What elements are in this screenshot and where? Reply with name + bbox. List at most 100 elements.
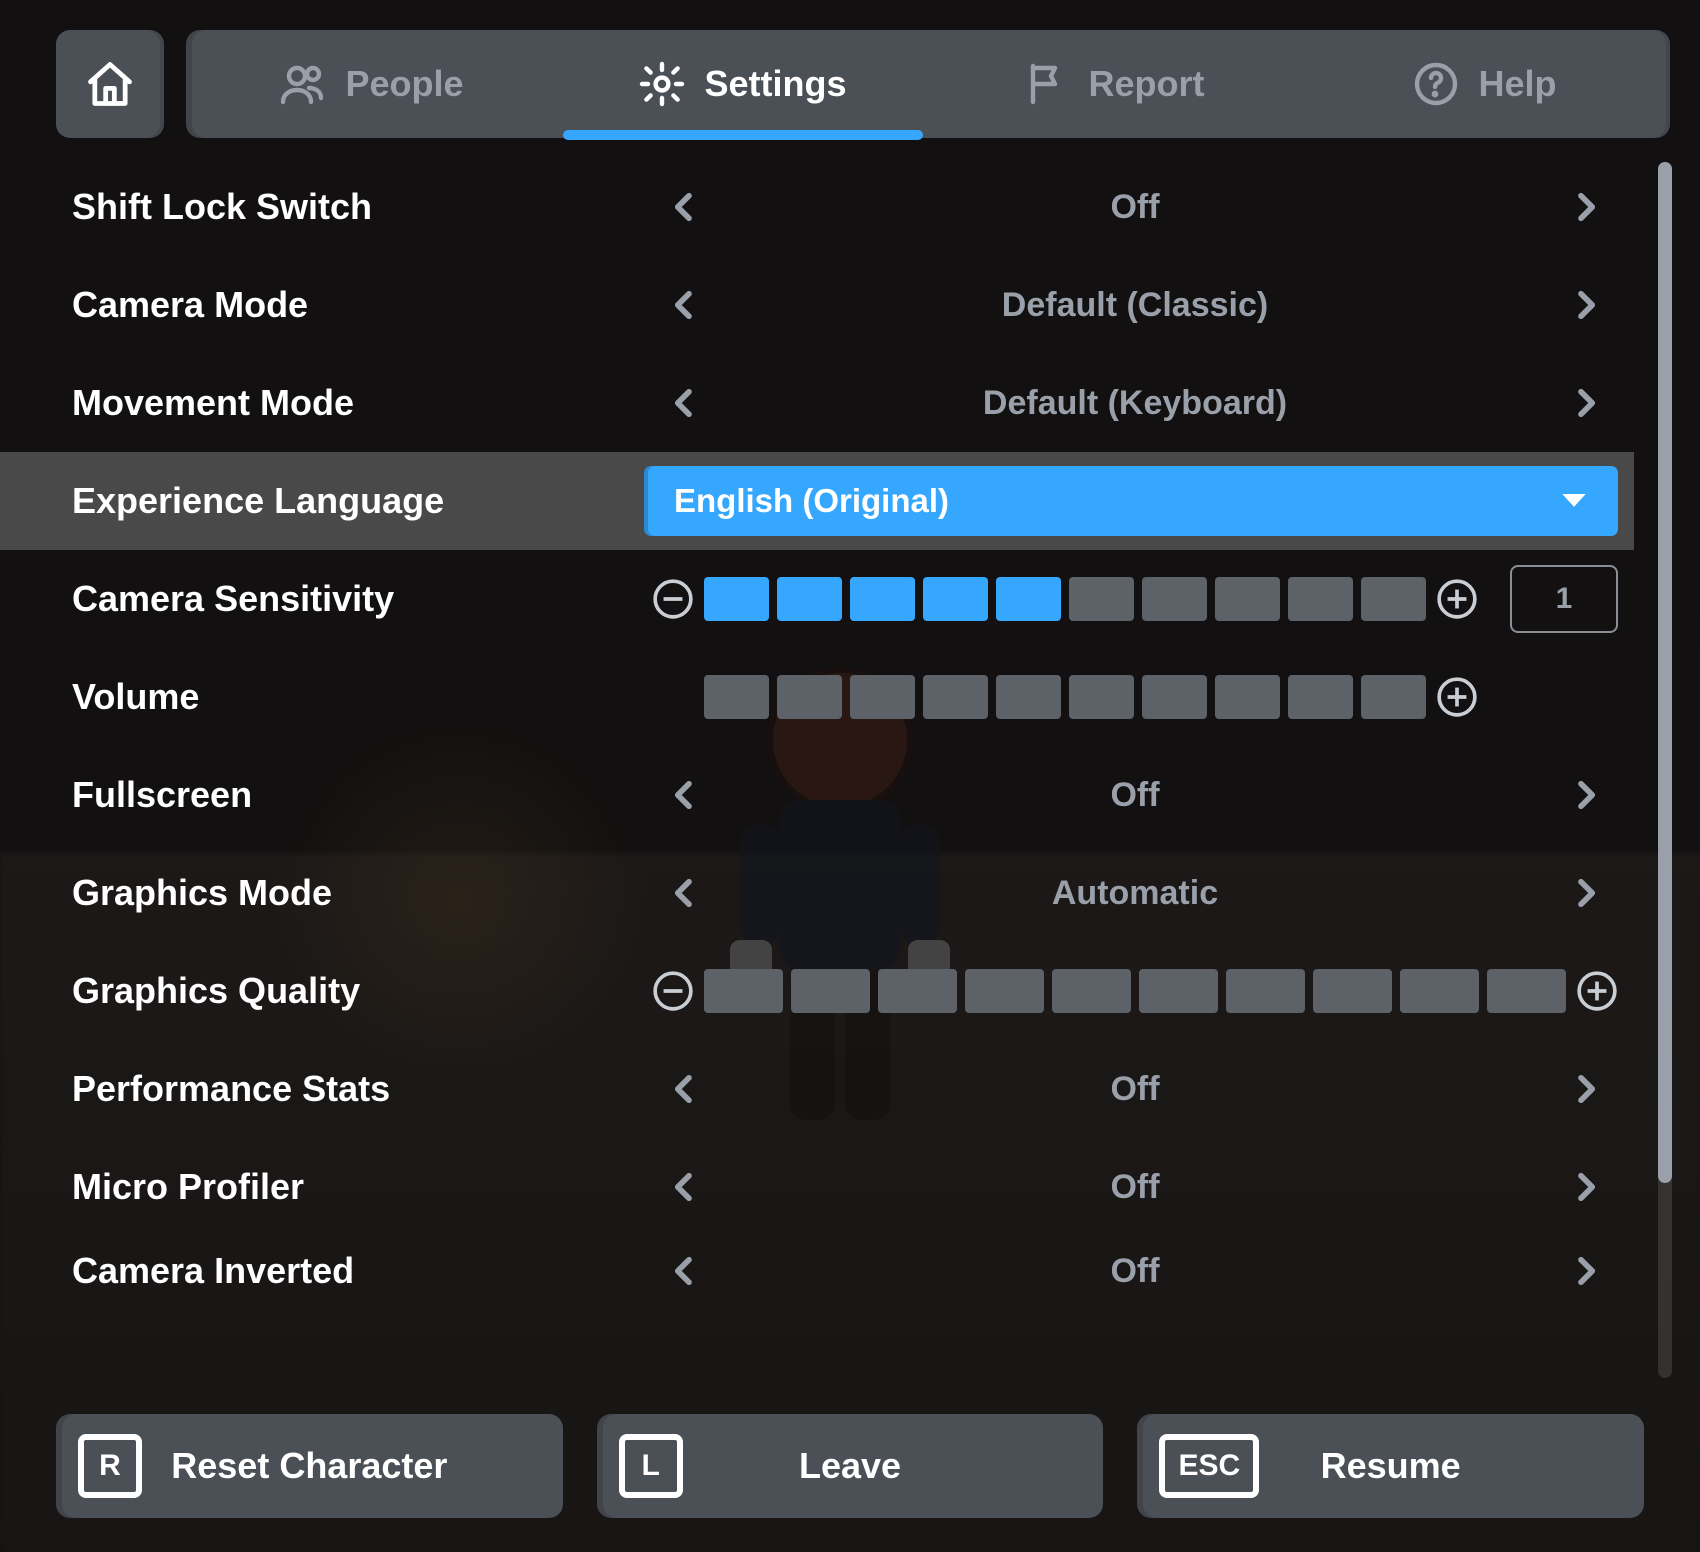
movement-mode-prev[interactable]: [652, 371, 716, 435]
slider-segment[interactable]: [996, 577, 1061, 621]
graphics-quality-plus[interactable]: [1576, 970, 1618, 1012]
slider-segment[interactable]: [878, 969, 957, 1013]
slider-segment[interactable]: [1142, 577, 1207, 621]
slider-segment[interactable]: [1400, 969, 1479, 1013]
tab-help-label: Help: [1478, 63, 1556, 105]
slider-segment[interactable]: [777, 675, 842, 719]
slider-segment[interactable]: [850, 577, 915, 621]
graphics-mode-label: Graphics Mode: [72, 872, 652, 914]
slider-segment[interactable]: [1069, 675, 1134, 719]
row-micro-profiler: Micro Profiler Off: [0, 1138, 1634, 1236]
tab-settings[interactable]: Settings: [557, 30, 928, 138]
home-button[interactable]: [56, 30, 164, 138]
graphics-mode-prev[interactable]: [652, 861, 716, 925]
slider-segment[interactable]: [850, 675, 915, 719]
tab-report[interactable]: Report: [928, 30, 1299, 138]
camera-sensitivity-label: Camera Sensitivity: [72, 578, 652, 620]
performance-stats-label: Performance Stats: [72, 1068, 652, 1110]
slider-segment[interactable]: [704, 675, 769, 719]
performance-stats-value: Off: [716, 1070, 1554, 1109]
slider-segment[interactable]: [1069, 577, 1134, 621]
slider-segment[interactable]: [791, 969, 870, 1013]
plus-circle-icon: [1576, 970, 1618, 1012]
tab-people-label: People: [345, 63, 463, 105]
camera-sensitivity-plus[interactable]: [1436, 578, 1478, 620]
chevron-right-icon: [1571, 1065, 1601, 1113]
micro-profiler-prev[interactable]: [652, 1155, 716, 1219]
chevron-left-icon: [669, 869, 699, 917]
micro-profiler-next[interactable]: [1554, 1155, 1618, 1219]
shift-lock-prev[interactable]: [652, 175, 716, 239]
slider-segment[interactable]: [1142, 675, 1207, 719]
slider-segment[interactable]: [923, 577, 988, 621]
plus-circle-icon: [1436, 676, 1478, 718]
slider-segment[interactable]: [965, 969, 1044, 1013]
graphics-mode-cycle: Automatic: [652, 844, 1618, 942]
chevron-right-icon: [1571, 379, 1601, 427]
slider-segment[interactable]: [1361, 675, 1426, 719]
performance-stats-prev[interactable]: [652, 1057, 716, 1121]
minus-circle-icon: [652, 578, 694, 620]
slider-segment[interactable]: [1288, 675, 1353, 719]
shift-lock-label: Shift Lock Switch: [72, 186, 652, 228]
slider-segment[interactable]: [704, 577, 769, 621]
camera-mode-prev[interactable]: [652, 273, 716, 337]
slider-segment[interactable]: [996, 675, 1061, 719]
slider-segment[interactable]: [704, 969, 783, 1013]
row-graphics-mode: Graphics Mode Automatic: [0, 844, 1634, 942]
resume-button[interactable]: ESC Resume: [1137, 1414, 1644, 1518]
slider-segment[interactable]: [1487, 969, 1566, 1013]
scrollbar-thumb[interactable]: [1658, 162, 1672, 1183]
slider-segment[interactable]: [1139, 969, 1218, 1013]
slider-segment[interactable]: [1215, 675, 1280, 719]
slider-segment[interactable]: [777, 577, 842, 621]
camera-inverted-label: Camera Inverted: [72, 1250, 652, 1292]
experience-language-dropdown[interactable]: English (Original): [644, 466, 1618, 536]
graphics-quality-minus[interactable]: [652, 970, 694, 1012]
micro-profiler-value: Off: [716, 1168, 1554, 1207]
chevron-left-icon: [669, 183, 699, 231]
reset-character-label: Reset Character: [56, 1445, 563, 1487]
camera-mode-label: Camera Mode: [72, 284, 652, 326]
camera-sensitivity-input[interactable]: [1510, 565, 1618, 633]
slider-segment[interactable]: [1052, 969, 1131, 1013]
slider-segment[interactable]: [1215, 577, 1280, 621]
row-graphics-quality: Graphics Quality: [0, 942, 1634, 1040]
fullscreen-label: Fullscreen: [72, 774, 652, 816]
camera-sensitivity-bars[interactable]: [704, 577, 1426, 621]
reset-character-button[interactable]: R Reset Character: [56, 1414, 563, 1518]
fullscreen-next[interactable]: [1554, 763, 1618, 827]
people-icon: [279, 60, 327, 108]
shift-lock-next[interactable]: [1554, 175, 1618, 239]
scrollbar-track[interactable]: [1658, 162, 1672, 1378]
chevron-right-icon: [1571, 869, 1601, 917]
performance-stats-next[interactable]: [1554, 1057, 1618, 1121]
caret-down-icon: [1560, 491, 1588, 511]
fullscreen-cycle: Off: [652, 746, 1618, 844]
tab-people[interactable]: People: [186, 30, 557, 138]
camera-inverted-cycle: Off: [652, 1236, 1618, 1306]
tab-help[interactable]: Help: [1299, 30, 1670, 138]
slider-segment[interactable]: [1226, 969, 1305, 1013]
help-icon: [1412, 60, 1460, 108]
game-menu: People Settings Report: [0, 0, 1700, 1552]
volume-bars[interactable]: [704, 675, 1426, 719]
slider-segment[interactable]: [923, 675, 988, 719]
camera-mode-next[interactable]: [1554, 273, 1618, 337]
micro-profiler-label: Micro Profiler: [72, 1166, 652, 1208]
graphics-mode-next[interactable]: [1554, 861, 1618, 925]
camera-inverted-next[interactable]: [1554, 1239, 1618, 1303]
leave-button[interactable]: L Leave: [597, 1414, 1104, 1518]
volume-plus[interactable]: [1436, 676, 1478, 718]
camera-inverted-prev[interactable]: [652, 1239, 716, 1303]
movement-mode-next[interactable]: [1554, 371, 1618, 435]
slider-segment[interactable]: [1313, 969, 1392, 1013]
slider-segment[interactable]: [1361, 577, 1426, 621]
row-performance-stats: Performance Stats Off: [0, 1040, 1634, 1138]
graphics-quality-slider: [652, 942, 1618, 1040]
slider-segment[interactable]: [1288, 577, 1353, 621]
fullscreen-prev[interactable]: [652, 763, 716, 827]
graphics-quality-bars[interactable]: [704, 969, 1566, 1013]
camera-sensitivity-minus[interactable]: [652, 578, 694, 620]
row-fullscreen: Fullscreen Off: [0, 746, 1634, 844]
